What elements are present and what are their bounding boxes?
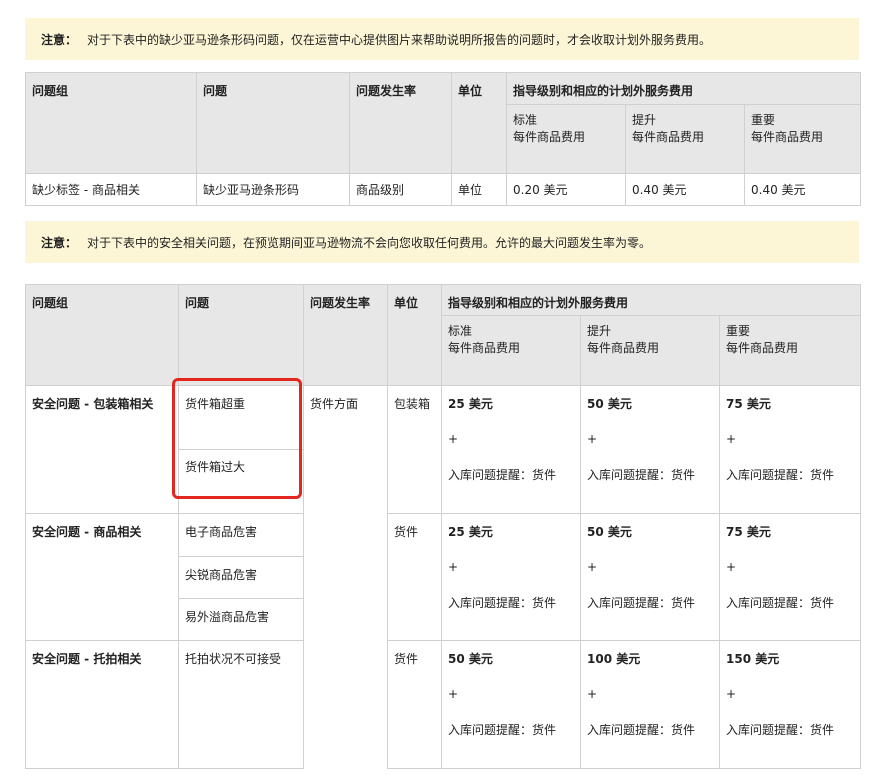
- notice-barcode: 注意： 对于下表中的缺少亚马逊条形码问题，仅在运营中心提供图片来帮助说明所报告的…: [25, 18, 859, 60]
- cell-issue: 缺少亚马逊条形码: [196, 173, 350, 206]
- cell-unit: 单位: [451, 173, 507, 206]
- issue-item: 电子商品危害: [185, 525, 258, 539]
- header-fees: 指导级别和相应的计划外服务费用: [505, 72, 862, 105]
- cell-fee-elevated: 100 美元 + 入库问题提醒：货件: [580, 640, 720, 769]
- fee-table-safety: 问题组 问题 问题发生率 单位 指导级别和相应的计划外服务费用 标准 每件商品费用…: [25, 284, 862, 769]
- fee-table-barcode: 问题组 问题 问题发生率 单位 指导级别和相应的计划外服务费用 标准 每件商品费用…: [25, 72, 862, 206]
- header-issue: 问题: [196, 72, 350, 174]
- header-level-critical: 重要 每件商品费用: [718, 315, 862, 386]
- cell-rate: 货件方面: [303, 385, 388, 769]
- header-group: 问题组: [25, 284, 179, 386]
- header-rate: 问题发生率: [349, 72, 452, 174]
- header-unit: 单位: [451, 72, 507, 174]
- header-rate: 问题发生率: [303, 284, 388, 386]
- cell-unit: 包装箱: [387, 385, 442, 514]
- cell-unit: 货件: [387, 640, 442, 769]
- notice-safety: 注意： 对于下表中的安全相关问题，在预览期间亚马逊物流不会向您收取任何费用。允许…: [25, 221, 859, 263]
- cell-fee-critical: 150 美元 + 入库问题提醒：货件: [718, 640, 862, 769]
- cell-rate: 商品级别: [349, 173, 452, 206]
- header-level-elevated: 提升 每件商品费用: [580, 315, 720, 386]
- header-level-standard: 标准 每件商品费用: [506, 104, 626, 174]
- header-group: 问题组: [25, 72, 197, 174]
- highlight-annotation-box: [172, 378, 302, 499]
- header-unit: 单位: [387, 284, 442, 386]
- cell-issues: 电子商品危害 尖锐商品危害 易外溢商品危害: [178, 513, 304, 641]
- cell-fee-critical: 75 美元 + 入库问题提醒：货件: [718, 513, 862, 641]
- issue-item: 尖锐商品危害: [179, 556, 303, 598]
- cell-fee-standard: 25 美元 + 入库问题提醒：货件: [441, 513, 581, 641]
- header-level-elevated: 提升 每件商品费用: [625, 104, 745, 174]
- issue-item: 托拍状况不可接受: [185, 652, 282, 666]
- cell-issues: 托拍状况不可接受: [178, 640, 304, 769]
- cell-group: 缺少标签 - 商品相关: [25, 173, 197, 206]
- cell-fee-standard: 50 美元 + 入库问题提醒：货件: [441, 640, 581, 769]
- cell-fee-critical: 75 美元 + 入库问题提醒：货件: [718, 385, 862, 514]
- header-issue: 问题: [178, 284, 304, 386]
- notice-text: 对于下表中的缺少亚马逊条形码问题，仅在运营中心提供图片来帮助说明所报告的问题时，…: [87, 32, 712, 47]
- cell-fee-standard: 0.20 美元: [506, 173, 626, 206]
- notice-label: 注意：: [41, 32, 78, 47]
- notice-text: 对于下表中的安全相关问题，在预览期间亚马逊物流不会向您收取任何费用。允许的最大问…: [87, 235, 652, 250]
- issue-item: 易外溢商品危害: [179, 598, 303, 640]
- cell-fee-elevated: 50 美元 + 入库问题提醒：货件: [580, 513, 720, 641]
- cell-fee-elevated: 0.40 美元: [625, 173, 745, 206]
- cell-fee-standard: 25 美元 + 入库问题提醒：货件: [441, 385, 581, 514]
- header-level-standard: 标准 每件商品费用: [441, 315, 581, 386]
- cell-fee-elevated: 50 美元 + 入库问题提醒：货件: [580, 385, 720, 514]
- header-level-critical: 重要 每件商品费用: [743, 104, 862, 174]
- cell-group: 安全问题 - 托拍相关: [25, 640, 179, 769]
- cell-group: 安全问题 - 商品相关: [25, 513, 179, 641]
- cell-unit: 货件: [387, 513, 442, 641]
- cell-fee-critical: 0.40 美元: [743, 173, 862, 206]
- cell-group: 安全问题 - 包装箱相关: [25, 385, 179, 514]
- header-fees: 指导级别和相应的计划外服务费用: [440, 284, 862, 316]
- notice-label: 注意：: [41, 235, 78, 250]
